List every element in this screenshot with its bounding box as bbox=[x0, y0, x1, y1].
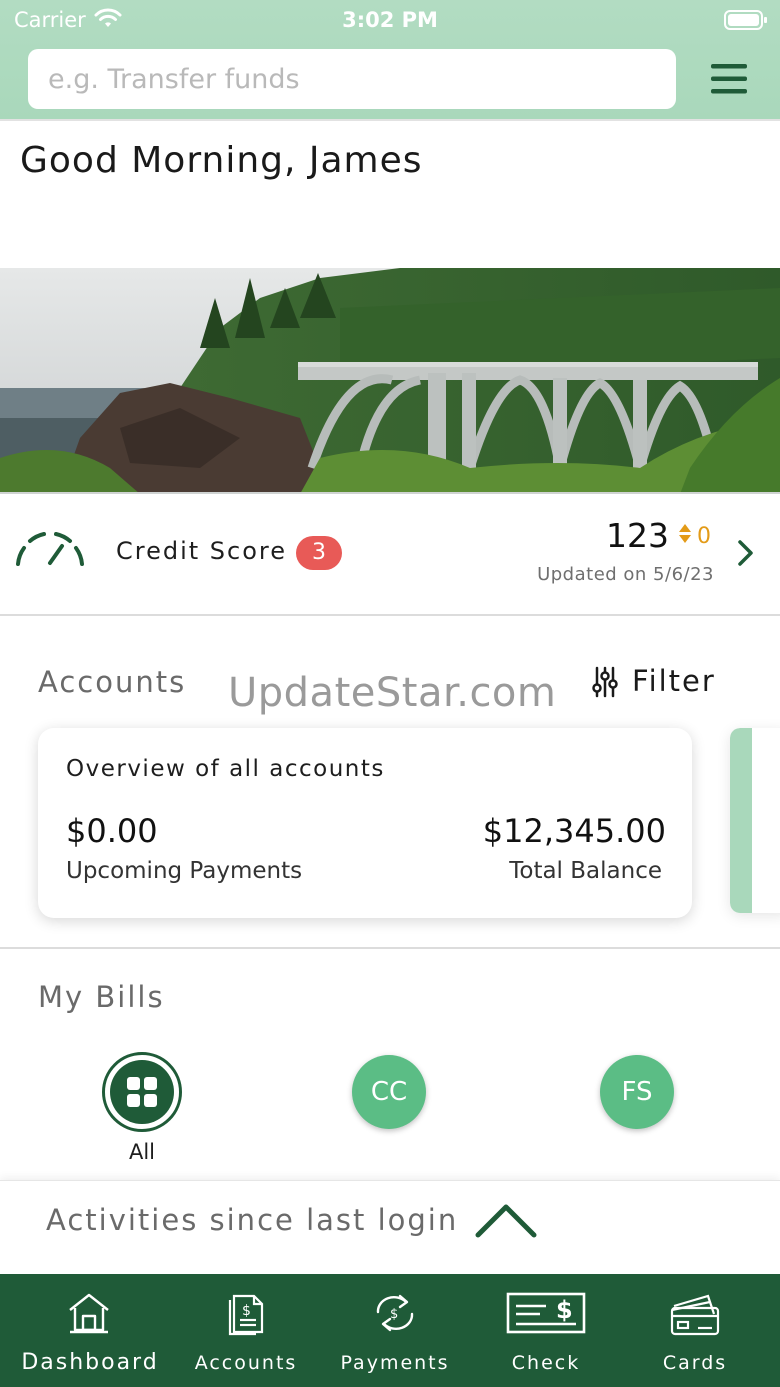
tab-cards[interactable]: Cards bbox=[650, 1274, 740, 1387]
hamburger-menu-icon[interactable] bbox=[708, 58, 750, 100]
bill-all-label: All bbox=[128, 1140, 156, 1164]
upcoming-payments-amount: $0.00 bbox=[66, 812, 158, 850]
accounts-overview-card[interactable]: Overview of all accounts $0.00 Upcoming … bbox=[38, 728, 692, 918]
bill-cc[interactable]: CC bbox=[352, 1055, 426, 1129]
tab-accounts[interactable]: $ Accounts bbox=[190, 1274, 302, 1387]
my-bills-title: My Bills bbox=[38, 980, 165, 1014]
svg-text:$: $ bbox=[556, 1296, 573, 1324]
credit-score-updated: Updated on 5/6/23 bbox=[537, 564, 714, 585]
document-dollar-icon: $ bbox=[228, 1294, 264, 1336]
chevron-up-icon[interactable] bbox=[474, 1201, 538, 1241]
section-divider bbox=[0, 947, 780, 949]
bill-filter-all[interactable] bbox=[102, 1052, 182, 1132]
overview-title: Overview of all accounts bbox=[66, 756, 385, 782]
credit-score-badge: 3 bbox=[296, 536, 342, 570]
next-account-card[interactable] bbox=[730, 728, 780, 913]
battery-icon bbox=[724, 10, 767, 30]
credit-score-change: 0 bbox=[697, 524, 711, 549]
gauge-icon bbox=[16, 532, 84, 566]
activities-panel[interactable]: Activities since last login bbox=[0, 1180, 780, 1274]
grid-icon bbox=[127, 1077, 157, 1107]
tab-cards-label: Cards bbox=[662, 1352, 728, 1374]
upcoming-payments-label: Upcoming Payments bbox=[66, 858, 303, 884]
credit-score-label: Credit Score bbox=[116, 537, 288, 565]
credit-score-row[interactable]: Credit Score 3 123 0 Updated on 5/6/23 bbox=[0, 494, 780, 616]
transfer-icon: $ bbox=[376, 1294, 414, 1332]
cards-icon bbox=[670, 1294, 720, 1336]
bill-all-inner bbox=[110, 1060, 174, 1124]
chevron-right-icon[interactable] bbox=[736, 538, 756, 568]
bill-fs[interactable]: FS bbox=[600, 1055, 674, 1129]
watermark: UpdateStar.com bbox=[228, 670, 557, 716]
tab-accounts-label: Accounts bbox=[194, 1352, 298, 1374]
accounts-section-title: Accounts bbox=[38, 665, 187, 699]
tab-payments-label: Payments bbox=[340, 1352, 450, 1374]
tab-dashboard[interactable]: Dashboard bbox=[10, 1274, 170, 1387]
account-card-stripe bbox=[730, 728, 752, 913]
search-input[interactable] bbox=[28, 49, 676, 109]
hero-bridge-image bbox=[0, 268, 780, 494]
svg-text:$: $ bbox=[390, 1307, 398, 1322]
check-icon: $ bbox=[506, 1292, 586, 1334]
activities-label: Activities since last login bbox=[46, 1203, 459, 1237]
tab-payments[interactable]: $ Payments bbox=[334, 1274, 456, 1387]
home-icon bbox=[69, 1293, 109, 1334]
bottom-tab-bar: Dashboard $ Accounts $ Payments $ Check … bbox=[0, 1274, 780, 1387]
total-balance-amount: $12,345.00 bbox=[482, 812, 666, 850]
filter-label: Filter bbox=[632, 664, 716, 698]
total-balance-label: Total Balance bbox=[509, 858, 662, 884]
greeting-title: Good Morning, James bbox=[20, 140, 423, 181]
status-time: 3:02 PM bbox=[342, 8, 438, 32]
sliders-icon bbox=[592, 666, 618, 698]
tab-dashboard-label: Dashboard bbox=[21, 1350, 159, 1375]
top-header: Carrier 3:02 PM bbox=[0, 0, 780, 121]
up-down-arrows-icon bbox=[679, 524, 691, 543]
tab-check-label: Check bbox=[511, 1352, 581, 1374]
status-bar: Carrier 3:02 PM bbox=[0, 0, 780, 40]
tab-check[interactable]: $ Check bbox=[496, 1274, 596, 1387]
credit-score-value: 123 bbox=[606, 516, 669, 555]
svg-text:$: $ bbox=[242, 1303, 251, 1319]
